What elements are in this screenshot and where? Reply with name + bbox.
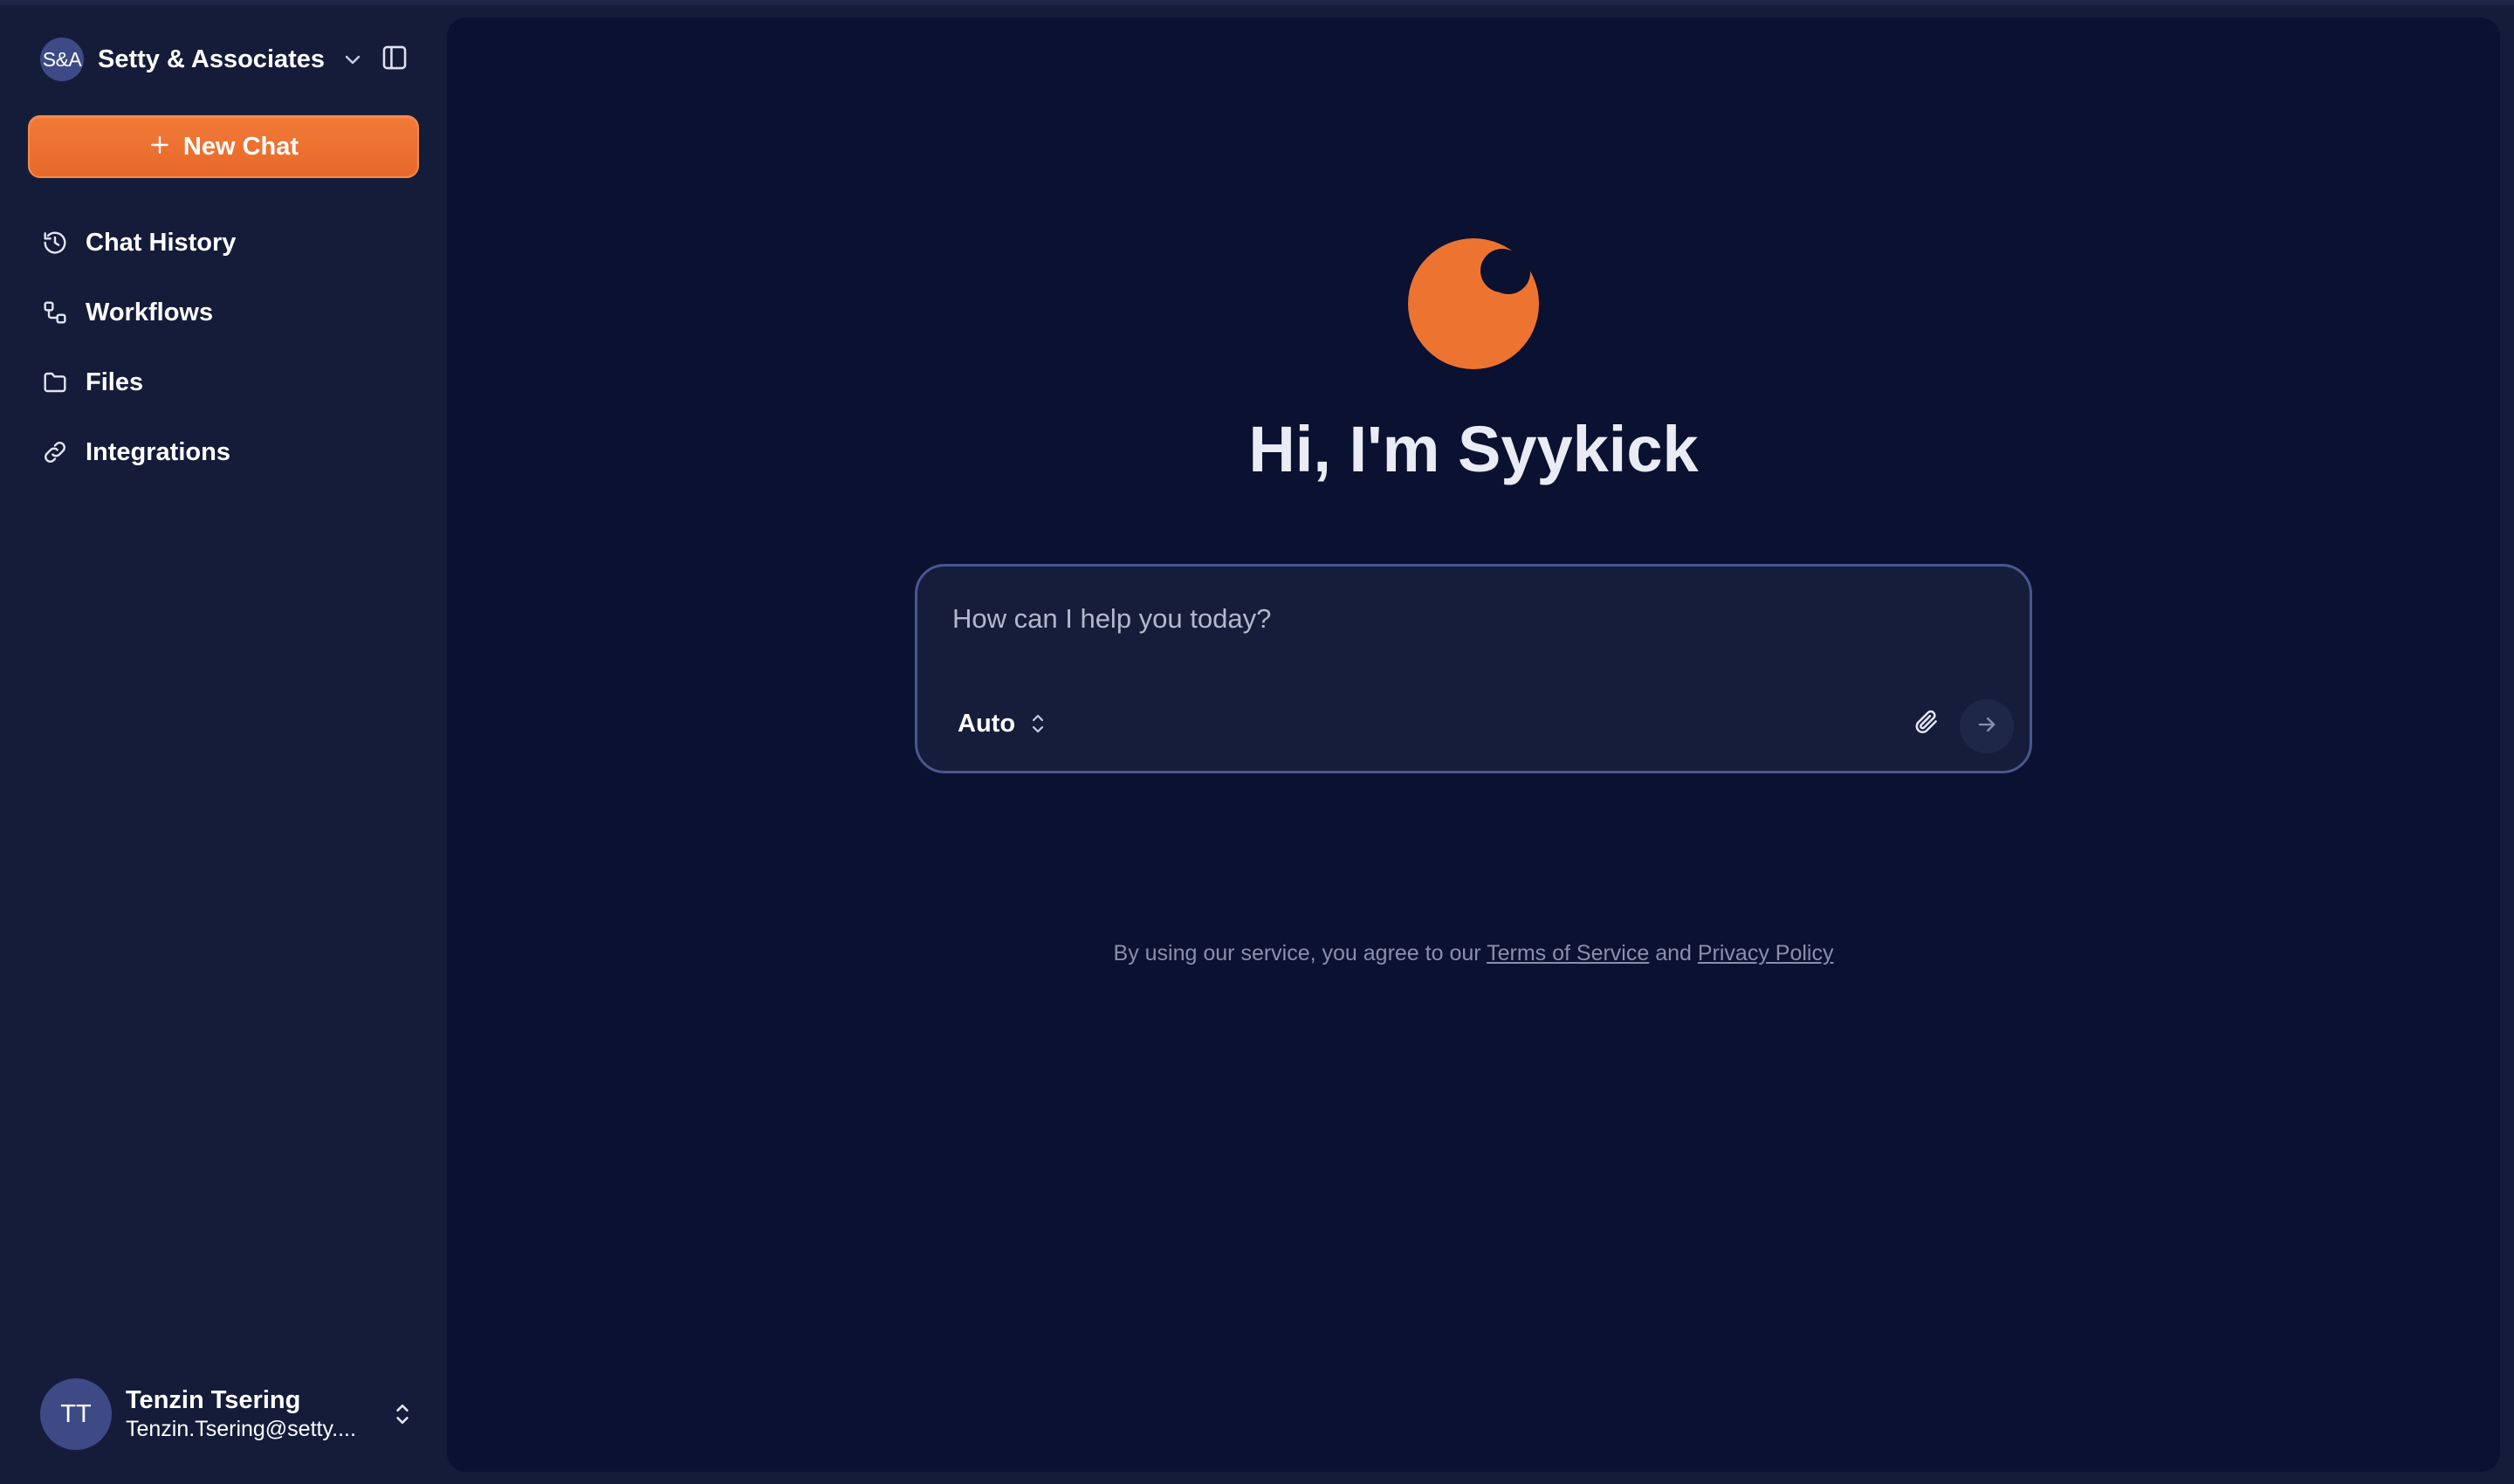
chevrons-up-down-icon [389, 1397, 416, 1432]
plus-icon [148, 134, 171, 161]
workspace-name: Setty & Associates [98, 45, 326, 73]
sidebar-item-integrations[interactable]: Integrations [40, 417, 424, 487]
app-window: S&A Setty & Associates New Chat Chat His… [0, 0, 2514, 1484]
avatar: TT [40, 1378, 112, 1450]
sidebar-item-label: Files [86, 368, 144, 396]
sidebar-item-label: Chat History [86, 228, 237, 257]
workflow-icon [40, 298, 70, 327]
attach-button[interactable] [1909, 706, 1944, 741]
prompt-input[interactable] [952, 593, 1982, 645]
folder-icon [40, 368, 70, 397]
page-title: Hi, I'm Syykick [1248, 413, 1699, 485]
terms-of-service-link[interactable]: Terms of Service [1487, 941, 1649, 965]
panel-left-icon [380, 43, 409, 77]
new-chat-button[interactable]: New Chat [28, 115, 419, 178]
syykick-logo-icon [1405, 236, 1542, 372]
legal-notice: By using our service, you agree to our T… [447, 941, 2500, 966]
arrow-right-icon [1975, 712, 1999, 741]
chat-composer: Auto [915, 564, 2032, 773]
main-panel: Hi, I'm Syykick Auto By using our servic [447, 17, 2500, 1472]
legal-prefix: By using our service, you agree to our [1113, 941, 1487, 965]
sidebar-item-label: Workflows [86, 298, 214, 326]
user-name: Tenzin Tsering [126, 1386, 301, 1414]
sidebar-item-files[interactable]: Files [40, 347, 424, 417]
history-icon [40, 228, 70, 258]
workspace-avatar: S&A [40, 38, 84, 81]
user-email: Tenzin.Tsering@setty.... [126, 1417, 356, 1441]
privacy-policy-link[interactable]: Privacy Policy [1698, 941, 1834, 965]
mode-select[interactable]: Auto [958, 704, 1047, 743]
sidebar: S&A Setty & Associates New Chat Chat His… [0, 0, 447, 1484]
link-icon [40, 437, 70, 467]
legal-middle: and [1649, 941, 1698, 965]
mode-select-value: Auto [958, 709, 1016, 738]
sidebar-nav: Chat History Workflows Files Integration… [40, 208, 424, 487]
sidebar-item-label: Integrations [86, 437, 230, 466]
new-chat-label: New Chat [182, 132, 299, 161]
send-button[interactable] [1960, 699, 2014, 753]
paperclip-icon [1913, 708, 1940, 740]
workspace-switcher[interactable]: S&A Setty & Associates [40, 35, 363, 84]
user-menu[interactable]: TT Tenzin Tsering Tenzin.Tsering@setty..… [40, 1378, 416, 1451]
user-info: Tenzin Tsering Tenzin.Tsering@setty.... [126, 1385, 361, 1443]
chevrons-up-down-icon [1029, 711, 1047, 737]
sidebar-item-workflows[interactable]: Workflows [40, 278, 424, 347]
sidebar-toggle-button[interactable] [377, 42, 412, 77]
sidebar-item-chat-history[interactable]: Chat History [40, 208, 424, 278]
chevron-down-icon [342, 49, 363, 70]
